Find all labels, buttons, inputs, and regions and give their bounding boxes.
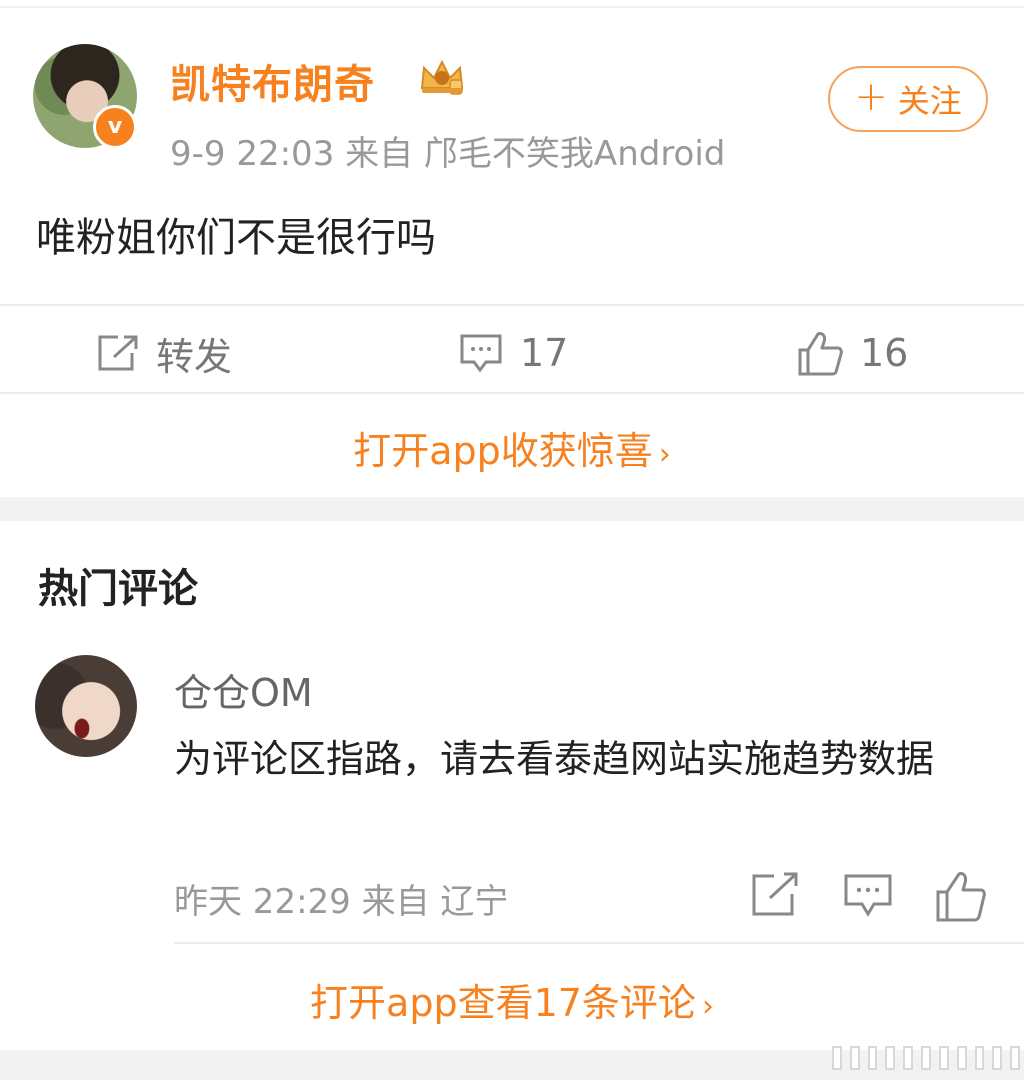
thumb-up-icon <box>798 332 843 376</box>
open-app-link[interactable]: 打开app收获惊喜 › <box>0 420 1024 475</box>
commenter-avatar[interactable] <box>35 655 137 757</box>
comment-text: 为评论区指路，请去看泰趋网站实施趋势数据 <box>174 737 935 781</box>
crown-badge-icon <box>420 59 464 95</box>
comment-icon <box>460 334 502 373</box>
open-app-comments-link[interactable]: 打开app查看17条评论 › <box>0 972 1024 1027</box>
like-button[interactable]: 16 <box>796 328 908 378</box>
hot-comments-title: 热门评论 <box>38 566 198 612</box>
comment-reply-icon[interactable] <box>842 870 894 918</box>
follow-button[interactable]: + 关注 <box>828 66 988 132</box>
comment-repost-icon[interactable] <box>750 870 800 918</box>
divider <box>0 304 1024 306</box>
verified-badge-icon: v <box>93 105 137 149</box>
comment-count: 17 <box>520 331 569 375</box>
chevron-right-icon: › <box>701 989 714 1024</box>
repost-icon <box>98 335 138 371</box>
chevron-right-icon: › <box>658 437 671 472</box>
repost-button[interactable]: 转发 <box>96 328 233 379</box>
post-content: 唯粉姐你们不是很行吗 <box>36 215 436 261</box>
watermark-icon <box>832 1043 1020 1073</box>
top-divider <box>0 6 1024 8</box>
comment-button[interactable]: 17 <box>458 328 568 378</box>
section-gap <box>0 497 1024 521</box>
author-name[interactable]: 凯特布朗奇 <box>170 52 375 110</box>
follow-label: 关注 <box>897 82 962 120</box>
repost-label: 转发 <box>156 334 233 379</box>
divider <box>174 942 1024 944</box>
like-count: 16 <box>860 331 909 375</box>
comment-like-icon[interactable] <box>934 870 988 922</box>
open-app-label: 打开app收获惊喜 <box>353 429 653 473</box>
comment-meta: 昨天 22:29 来自 辽宁 <box>174 882 509 922</box>
divider <box>0 392 1024 394</box>
commenter-name[interactable]: 仓仓OM <box>174 662 313 717</box>
open-app-comments-label: 打开app查看17条评论 <box>310 981 696 1025</box>
plus-icon: + <box>854 74 888 120</box>
post-meta: 9-9 22:03 来自 邝毛不笑我Android <box>170 134 726 174</box>
